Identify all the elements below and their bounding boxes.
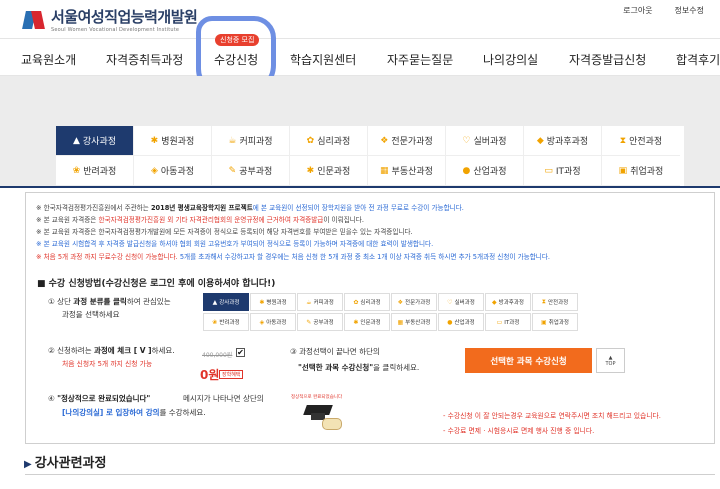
step-4-text: ④ "정상적으로 완료되었습니다": [48, 394, 151, 403]
shield-icon: ◈: [150, 165, 158, 176]
step-3-text-2: "선택한 과목 수강신청"을 클릭하세요.: [298, 363, 420, 372]
sample-category-silver: ♡ 실버과정: [438, 293, 484, 311]
step-2-text: ② 신청하려는 과정에 체크 [ V ]하세요.: [48, 346, 175, 355]
gear-icon: ✱: [306, 165, 315, 176]
category-psychology[interactable]: ✿ 심리과정: [290, 126, 368, 156]
apply-selected-button[interactable]: 선택한 과목 수강신청: [465, 348, 592, 373]
completion-label: 정상적으로 완료되었습니다: [291, 395, 343, 400]
paw-icon: ❀: [72, 165, 81, 176]
main-navigation: 신청중 모집 교육원소개 자격증취득과정 수강신청 학습지원센터 자주묻는질문 …: [0, 34, 720, 76]
sample-category-it: ▭ IT과정: [485, 313, 531, 331]
step-1-text: ① 상단 과정 분류를 클릭하여 관심있는: [48, 297, 171, 306]
step-3-text: ③ 과정선택이 끝나면 하단의: [290, 347, 380, 356]
nav-item-learning-support[interactable]: 학습지원센터: [290, 51, 356, 68]
sample-category-safety: ⧗ 안전과정: [532, 293, 578, 311]
top-header: 서울여성직업능력개발원 Seoul Women Vocational Devel…: [0, 0, 720, 38]
category-hospital[interactable]: ✱ 병원과정: [134, 126, 212, 156]
building-icon: ▦: [380, 165, 389, 176]
step-1-text-2: 과정을 선택하세요: [62, 310, 120, 319]
coffee-icon: ☕: [228, 135, 237, 146]
hourglass-icon: ⧗: [619, 135, 627, 146]
section-title: ▶ 강사관련과정: [24, 456, 107, 471]
step-4-text-2: 메시지가 나타나면 상단의: [183, 394, 264, 403]
nav-item-certificate-courses[interactable]: 자격증취득과정: [106, 51, 183, 68]
sample-category-study: ✎ 공부과정: [297, 313, 343, 331]
sample-category-instructor: ▲ 강사과정: [203, 293, 249, 311]
pin-icon: ●: [462, 165, 471, 176]
nav-item-reviews[interactable]: 합격후기: [676, 51, 720, 68]
nav-item-certificate-issue[interactable]: 자격증발급신청: [569, 51, 646, 68]
sample-category-realestate: ▦ 부동산과정: [391, 313, 437, 331]
sample-category-industry: ● 산업과정: [438, 313, 484, 331]
warning-free-event: - 수강료 면제 · 시험응시료 면제 행사 진행 중 입니다.: [443, 427, 595, 435]
step-4-text-3: [나의강의실] 로 입장하여 강의를 수강하세요.: [62, 408, 206, 417]
site-logo[interactable]: 서울여성직업능력개발원 Seoul Women Vocational Devel…: [22, 6, 198, 33]
sample-price-tag: 장학혜택: [219, 370, 244, 379]
category-coffee[interactable]: ☕ 커피과정: [212, 126, 290, 156]
sample-category-coffee: ☕ 커피과정: [297, 293, 343, 311]
sample-price: 0원: [200, 368, 220, 382]
notice-validity: ※ 본 교육원 시험합격 후 자격증 발급신청을 하셔야 협회 회원 고유번호가…: [36, 240, 434, 248]
category-instructor[interactable]: ▲ 강사과정: [56, 126, 134, 156]
category-realestate[interactable]: ▦ 부동산과정: [368, 156, 446, 186]
heart-icon: ♡: [462, 135, 471, 146]
sample-old-price: 400,000원: [202, 352, 233, 359]
nav-item-faq[interactable]: 자주묻는질문: [387, 51, 453, 68]
sample-category-hospital: ✱ 병원과정: [250, 293, 296, 311]
sample-category-child: ◈ 아동과정: [250, 313, 296, 331]
hat-icon: ▲: [72, 135, 80, 146]
sample-category-grid: ▲ 강사과정 ✱ 병원과정 ☕ 커피과정 ✿ 심리과정 ❖ 전문가과정 ♡ 실버과정 ◆ 방과…: [203, 293, 579, 333]
top-button[interactable]: ▲ TOP: [596, 348, 625, 373]
category-industry[interactable]: ● 산업과정: [446, 156, 524, 186]
logo-subtitle: Seoul Women Vocational Development Insti…: [51, 27, 180, 33]
edit-profile-link[interactable]: 정보수정: [675, 5, 704, 16]
category-humanities[interactable]: ✱ 인문과정: [290, 156, 368, 186]
sample-category-employment: ▣ 취업과정: [532, 313, 578, 331]
category-child[interactable]: ◈ 아동과정: [134, 156, 212, 186]
howto-title: ■ 수강 신청방법(수강신청은 로그인 후에 이용하셔야 합니다!): [37, 279, 276, 289]
category-employment[interactable]: ▣ 취업과정: [602, 156, 680, 186]
sample-category-afterschool: ◆ 방과후과정: [485, 293, 531, 311]
monitor-icon: ▣: [618, 165, 628, 176]
flower-icon: ✿: [306, 135, 315, 146]
divider-line: [0, 186, 720, 188]
category-study[interactable]: ✎ 공부과정: [212, 156, 290, 186]
logo-title: 서울여성직업능력개발원: [51, 8, 198, 26]
notice-scholarship: ※ 한국자격검정평가진흥원에서 주관하는 2018년 평생교육장학지원 프로젝트…: [36, 204, 464, 212]
utility-links: 로그아웃 정보수정: [623, 5, 704, 16]
notice-limit: ※ 처음 5개 과정 까지 무료수강 신청이 가능합니다. 5개를 초과해서 수…: [36, 253, 551, 261]
category-pet[interactable]: ❀ 반려과정: [56, 156, 134, 186]
warning-contact: - 수강신청 이 잘 안되는경우 교육원으로 연락주시면 조치 해드리고 있습니…: [443, 412, 661, 420]
nav-item-my-classroom[interactable]: 나의강의실: [483, 51, 538, 68]
category-panel: ▲ 강사과정 ✱ 병원과정 ☕ 커피과정 ✿ 심리과정 ❖ 전문가과정 ♡ 실버과정 ◆ 방과…: [56, 126, 684, 186]
laptop-icon: ▭: [544, 165, 553, 176]
diploma-icon: [322, 418, 342, 430]
leaf-icon: ❖: [380, 135, 389, 146]
notice-issuance: ※ 본 교육원 자격증은 한국자격검정평가진흥원 외 기타 자격관리협회의 운영…: [36, 216, 364, 224]
section-divider: [25, 474, 715, 475]
sample-category-pet: ❀ 반려과정: [203, 313, 249, 331]
sample-checkbox: ✔: [236, 348, 245, 357]
category-silver[interactable]: ♡ 실버과정: [446, 126, 524, 156]
logout-link[interactable]: 로그아웃: [623, 5, 652, 16]
pencil-icon: ✎: [228, 165, 237, 176]
notice-registration: ※ 본 교육원 자격증은 한국자격검정평가개발원에 모든 자격증이 정식으로 등…: [36, 228, 413, 236]
category-expert[interactable]: ❖ 전문가과정: [368, 126, 446, 156]
bag-icon: ◆: [536, 135, 544, 146]
nav-item-about[interactable]: 교육원소개: [21, 51, 76, 68]
triangle-right-icon: ▶: [24, 459, 32, 470]
sample-category-psychology: ✿ 심리과정: [344, 293, 390, 311]
logo-mark-icon: [22, 9, 46, 31]
sample-category-expert: ❖ 전문가과정: [391, 293, 437, 311]
step-2-note: 처음 신청자 5개 까지 신청 가능: [62, 360, 153, 368]
category-safety[interactable]: ⧗ 안전과정: [602, 126, 680, 156]
gear-icon: ✱: [150, 135, 159, 146]
sample-category-humanities: ✱ 인문과정: [344, 313, 390, 331]
category-afterschool[interactable]: ◆ 방과후과정: [524, 126, 602, 156]
category-it[interactable]: ▭ IT과정: [524, 156, 602, 186]
